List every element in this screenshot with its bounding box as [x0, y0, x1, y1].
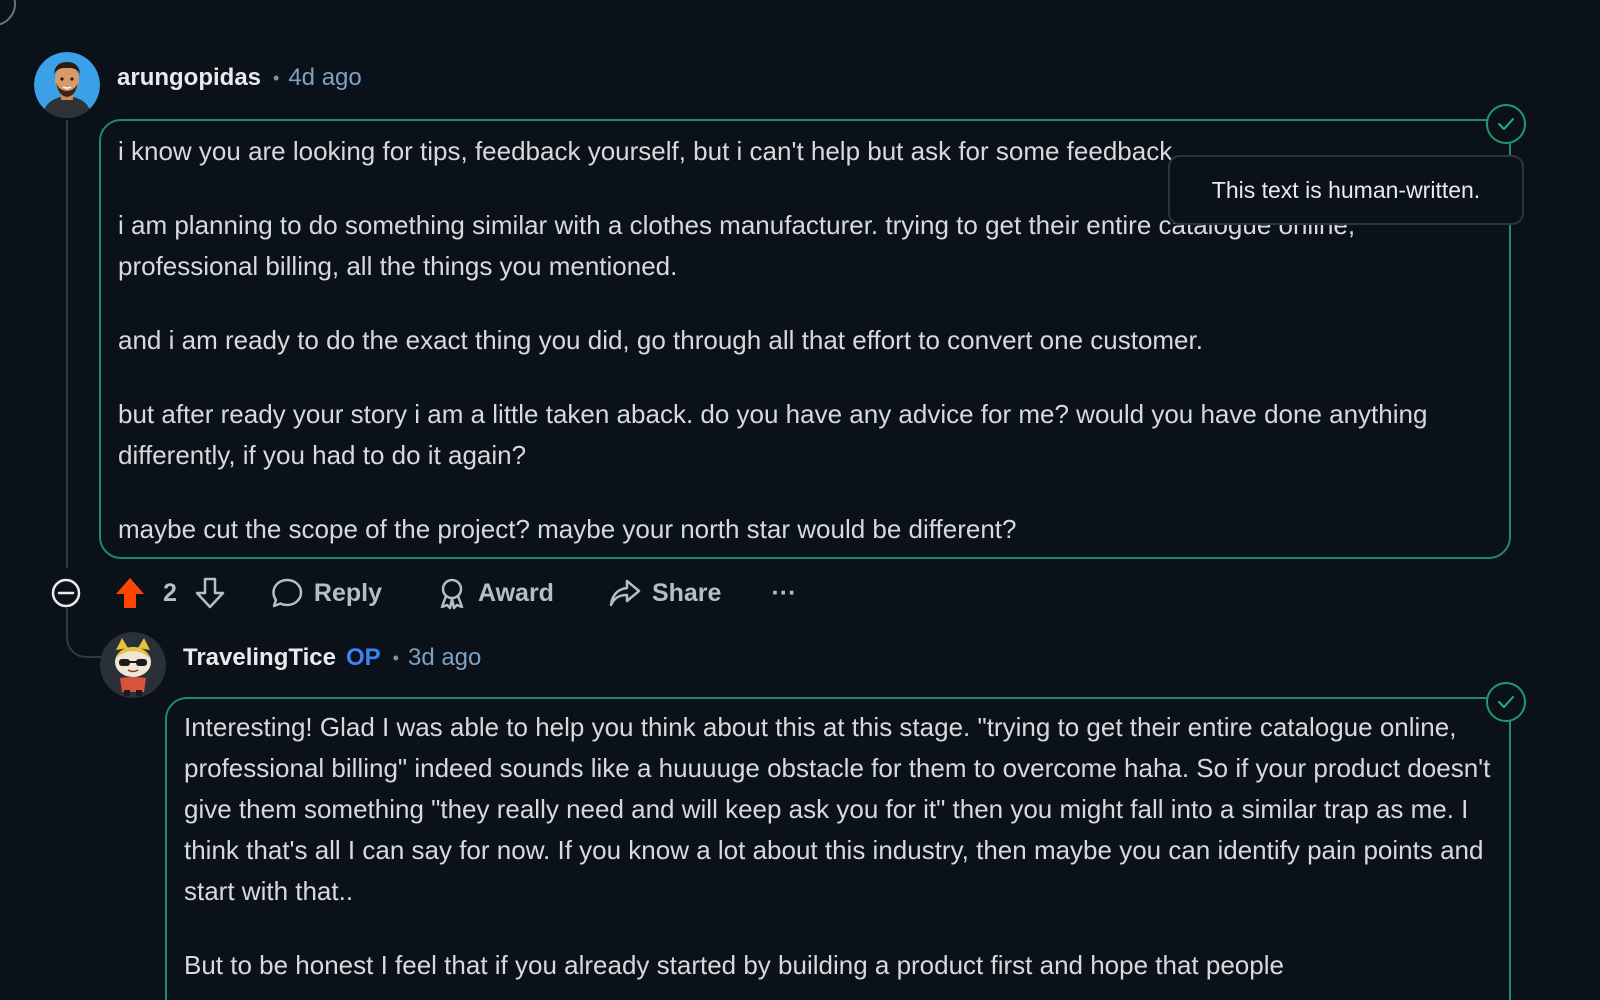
- thread-line[interactable]: [66, 120, 68, 568]
- avatar[interactable]: [34, 52, 100, 118]
- comment-meta: TravelingTice OP • 3d ago: [183, 644, 481, 672]
- minus-circle-icon[interactable]: [50, 577, 82, 609]
- username[interactable]: TravelingTice: [183, 644, 336, 672]
- check-icon: [1497, 117, 1515, 131]
- human-written-badge[interactable]: [1486, 682, 1526, 722]
- arrow-down-icon[interactable]: [194, 576, 226, 610]
- meta-separator: •: [392, 647, 399, 668]
- comment-meta: arungopidas • 4d ago: [117, 64, 362, 92]
- reply-label: Reply: [313, 578, 382, 607]
- award-icon: [436, 576, 468, 610]
- human-written-badge[interactable]: [1486, 104, 1526, 144]
- share-button[interactable]: Share: [608, 577, 721, 609]
- comment-paragraph: maybe cut the scope of the project? mayb…: [118, 514, 1017, 544]
- meta-separator: •: [273, 67, 280, 88]
- award-button[interactable]: Award: [436, 576, 554, 610]
- share-label: Share: [651, 578, 722, 607]
- comment-paragraph: but after ready your story i am a little…: [118, 399, 1428, 470]
- share-icon: [608, 577, 642, 609]
- timestamp[interactable]: 4d ago: [288, 64, 361, 92]
- comment-paragraph: Interesting! Glad I was able to help you…: [184, 712, 1491, 906]
- reply-button[interactable]: Reply: [270, 576, 382, 610]
- chat-bubble-icon: [270, 576, 304, 610]
- comment-body: Interesting! Glad I was able to help you…: [165, 697, 1511, 1000]
- avatar[interactable]: [100, 632, 166, 698]
- tooltip-text: This text is human-written.: [1211, 176, 1481, 203]
- more-options-button[interactable]: ···: [771, 579, 796, 608]
- tooltip: This text is human-written.: [1168, 155, 1524, 225]
- comment-thread: arungopidas • 4d ago i know you are look…: [0, 0, 1600, 1000]
- award-label: Award: [478, 578, 554, 607]
- comment-action-bar: 2 Reply Award Share ···: [50, 573, 796, 613]
- username[interactable]: arungopidas: [117, 64, 261, 92]
- comment-paragraph: But to be honest I feel that if you alre…: [184, 950, 1284, 980]
- partial-circle-button[interactable]: [0, 0, 16, 26]
- arrow-up-icon[interactable]: [114, 576, 146, 610]
- timestamp[interactable]: 3d ago: [408, 644, 481, 672]
- vote-count: 2: [163, 578, 177, 607]
- check-icon: [1497, 695, 1515, 709]
- comment-paragraph: and i am ready to do the exact thing you…: [118, 325, 1203, 355]
- op-badge: OP: [345, 644, 381, 671]
- thread-branch-line: [66, 608, 102, 658]
